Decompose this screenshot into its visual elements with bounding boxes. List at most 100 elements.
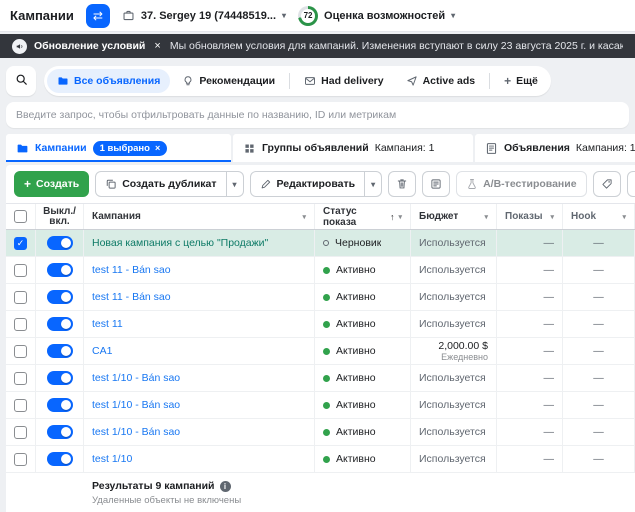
row-checkbox[interactable] (14, 318, 27, 331)
row-checkbox[interactable] (14, 372, 27, 385)
filter-recommendations[interactable]: Рекомендации (172, 69, 285, 93)
status-cell: Активно (315, 446, 411, 472)
column-header-toggle[interactable]: Выкл./вкл. (36, 204, 84, 229)
trash-icon (396, 178, 408, 190)
campaign-name-link[interactable]: test 1/10 (92, 453, 132, 465)
table-row[interactable]: test 1/10 - Bán sao Активно Используется… (6, 392, 635, 419)
status-label: Активно (336, 318, 376, 330)
status-label: Активно (336, 372, 376, 384)
column-header-campaign[interactable]: Кампания ▾ (84, 204, 315, 229)
campaign-name-link[interactable]: Новая кампания с целью "Продажи" (92, 237, 268, 249)
column-header-status[interactable]: Статус показа ↑ ▾ (315, 204, 411, 229)
table-row[interactable]: test 1/10 - Bán sao Активно Используется… (6, 419, 635, 446)
score-label: Оценка возможностей (324, 10, 445, 22)
campaign-toggle[interactable] (47, 425, 73, 439)
table-row[interactable]: CA1 Активно 2,000.00 $Ежедневно — — (6, 338, 635, 365)
row-checkbox[interactable] (14, 426, 27, 439)
row-checkbox[interactable] (14, 345, 27, 358)
create-button[interactable]: + Создать (14, 171, 89, 197)
duplicate-button[interactable]: Создать дубликат (95, 171, 226, 197)
filter-had-delivery[interactable]: Had delivery (294, 69, 393, 93)
impressions-cell: — (497, 446, 563, 472)
impressions-cell: — (497, 257, 563, 283)
info-icon[interactable]: i (220, 481, 231, 492)
selection-badge-label: 1 выбрано (100, 143, 150, 154)
campaign-toggle[interactable] (47, 371, 73, 385)
filter-recommendations-label: Рекомендации (199, 75, 275, 87)
campaign-toggle[interactable] (47, 344, 73, 358)
budget-cell: Используется б... (411, 392, 497, 418)
select-all-checkbox[interactable] (14, 210, 27, 223)
filter-more[interactable]: + Ещё (494, 69, 548, 93)
table-row[interactable]: test 1/10 Активно Используется б... — — (6, 446, 635, 473)
tab-adsets[interactable]: Группы объявлений Кампания: 1 (233, 134, 473, 162)
table-row[interactable]: test 11 - Bán sao Активно Используется б… (6, 257, 635, 284)
campaign-toggle[interactable] (47, 452, 73, 466)
campaigns-app-button[interactable]: ⇄ (86, 4, 110, 28)
tab-campaigns[interactable]: Кампании 1 выбрано × (6, 134, 231, 162)
column-header-hook[interactable]: Hook ▾ (563, 204, 635, 229)
edit-button[interactable]: Редактировать (250, 171, 366, 197)
campaign-name-link[interactable]: test 11 - Bán sao (92, 264, 171, 276)
filter-bar: Все объявления Рекомендации Had delivery (6, 66, 629, 96)
row-checkbox-cell (6, 419, 36, 445)
campaign-name-link[interactable]: test 11 (92, 318, 123, 330)
hook-cell: — (563, 230, 635, 256)
row-checkbox[interactable] (14, 264, 27, 277)
table-row[interactable]: test 11 - Bán sao Активно Используется б… (6, 284, 635, 311)
view-setup-button[interactable] (422, 171, 450, 197)
budget-cell: Используется б... (411, 257, 497, 283)
row-checkbox[interactable] (14, 399, 27, 412)
campaign-toggle[interactable] (47, 398, 73, 412)
filter-active-ads[interactable]: Active ads (396, 69, 486, 93)
more-button[interactable]: Больше ▾ (627, 171, 635, 197)
campaign-toggle[interactable] (47, 263, 73, 277)
topbar: Кампании ⇄ 37. Sergey 19 (74448519... ▾ … (0, 0, 635, 32)
table-row[interactable]: test 11 Активно Используется б... — — (6, 311, 635, 338)
search-input[interactable]: Введите запрос, чтобы отфильтровать данн… (6, 102, 629, 128)
edit-dropdown[interactable]: ▾ (365, 171, 382, 197)
view-setup-icon (430, 178, 442, 190)
opportunity-score-button[interactable]: 72 Оценка возможностей ▾ (298, 6, 455, 26)
search-button[interactable] (6, 66, 36, 96)
row-toggle-cell (36, 230, 84, 256)
status-icon (323, 294, 330, 301)
campaign-name-link[interactable]: test 1/10 - Bán sao (92, 426, 180, 438)
close-icon[interactable]: × (152, 41, 162, 52)
campaign-name-link[interactable]: test 11 - Bán sao (92, 291, 171, 303)
filter-all-ads[interactable]: Все объявления (47, 69, 170, 93)
budget-cell: Используется б... (411, 446, 497, 472)
impressions-cell: — (497, 392, 563, 418)
campaign-name-link[interactable]: CA1 (92, 345, 112, 357)
status-cell: Активно (315, 392, 411, 418)
table-row[interactable]: ✓ Новая кампания с целью "Продажи" Черно… (6, 230, 635, 257)
tag-button[interactable] (593, 171, 621, 197)
campaign-name-link[interactable]: test 1/10 - Bán sao (92, 399, 180, 411)
row-checkbox-cell (6, 311, 36, 337)
account-selector[interactable]: 37. Sergey 19 (74448519... ▾ (122, 9, 286, 22)
column-header-impressions-label: Показы (505, 211, 543, 222)
row-checkbox[interactable]: ✓ (14, 237, 27, 250)
status-label: Черновик (335, 237, 381, 249)
envelope-icon (304, 75, 316, 87)
campaign-toggle[interactable] (47, 236, 73, 250)
document-icon (485, 142, 498, 155)
campaign-toggle[interactable] (47, 317, 73, 331)
close-icon[interactable]: × (155, 144, 160, 153)
ab-test-button[interactable]: A/B-тестирование (456, 171, 586, 197)
column-header-budget[interactable]: Бюджет ▾ (411, 204, 497, 229)
duplicate-dropdown[interactable]: ▾ (227, 171, 244, 197)
campaign-name-link[interactable]: test 1/10 - Bán sao (92, 372, 180, 384)
row-checkbox[interactable] (14, 291, 27, 304)
campaign-toggle[interactable] (47, 290, 73, 304)
row-checkbox[interactable] (14, 453, 27, 466)
column-header-impressions[interactable]: Показы ▾ (497, 204, 563, 229)
duplicate-button-label: Создать дубликат (122, 178, 216, 190)
tab-ads[interactable]: Объявления Кампания: 1 (475, 134, 635, 162)
toggle-knob (61, 400, 71, 410)
status-cell: Активно (315, 284, 411, 310)
table-row[interactable]: test 1/10 - Bán sao Активно Используется… (6, 365, 635, 392)
campaigns-table: Выкл./вкл. Кампания ▾ Статус показа ↑ ▾ … (6, 204, 635, 512)
status-cell: Черновик (315, 230, 411, 256)
delete-button[interactable] (388, 171, 416, 197)
